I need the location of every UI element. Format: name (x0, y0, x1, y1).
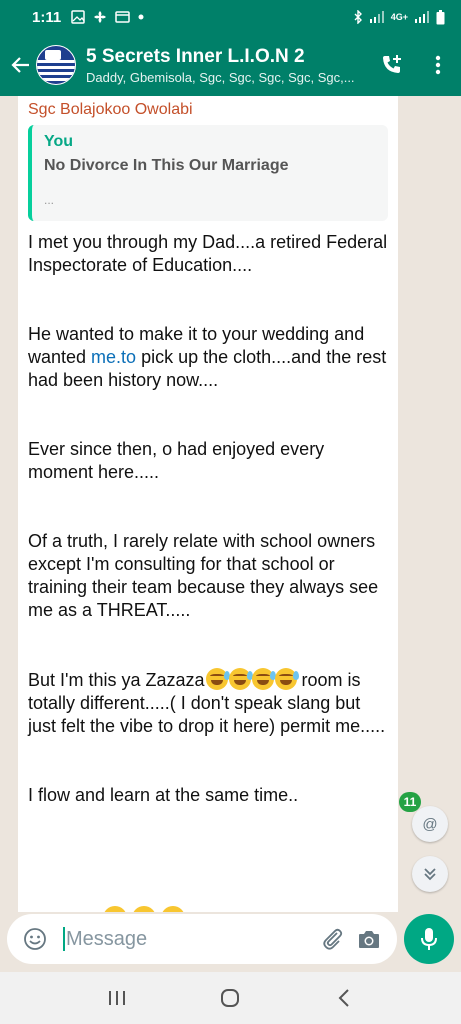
message-bubble[interactable]: Sgc Bolajokoo Owolabi You No Divorce In … (18, 96, 398, 912)
menu-button[interactable] (415, 34, 461, 96)
laughing-emoji-icon (205, 668, 230, 690)
laughing-emoji-icon (251, 668, 276, 690)
unread-badge: 11 (399, 792, 421, 812)
add-call-icon (383, 55, 401, 73)
recent-apps-icon (108, 991, 125, 1005)
message-paragraph: But I'm this ya Zazaza room is totally d… (28, 668, 386, 736)
message-paragraph: He wanted to make it to your wedding and… (28, 324, 387, 390)
attach-button[interactable] (315, 921, 351, 957)
message-paragraph: Ever since then, o had enjoyed every mom… (28, 439, 325, 482)
emoji-row (102, 906, 185, 912)
scroll-down-button[interactable] (412, 856, 448, 892)
signal-icon-2 (415, 11, 429, 23)
gallery-icon (71, 10, 85, 24)
bluetooth-icon (354, 10, 362, 24)
back-nav-button[interactable] (314, 978, 374, 1018)
dot-icon (138, 14, 144, 20)
system-icons: 4G+ (353, 9, 445, 25)
battery-icon (436, 9, 445, 24)
message-paragraph: I flow and learn at the same time.. (28, 785, 299, 805)
emoji-icon (24, 928, 46, 950)
laughing-emoji-icon (228, 668, 253, 690)
emoji-button[interactable] (17, 921, 53, 957)
mic-icon (421, 928, 437, 950)
quoted-message[interactable]: You No Divorce In This Our Marriage ... (28, 125, 388, 221)
message-composer (7, 914, 397, 964)
more-vert-icon (435, 55, 441, 75)
quoted-ellipsis: ... (44, 193, 55, 207)
system-nav-bar (0, 972, 461, 1024)
message-paragraph: Of a truth, I rarely relate with school … (28, 531, 379, 620)
message-paragraph: I met you through my Dad....a retired Fe… (28, 232, 388, 275)
chevron-double-down-icon (424, 868, 436, 881)
quoted-text: No Divorce In This Our Marriage (44, 157, 289, 174)
signal-icon (369, 11, 384, 23)
status-bar: 1:11 4G+ (0, 0, 461, 34)
laughing-emoji-icon (132, 906, 156, 912)
back-button[interactable] (0, 34, 36, 96)
mentions-button[interactable]: @ (412, 806, 448, 842)
paperclip-icon (323, 928, 343, 950)
camera-button[interactable] (351, 921, 387, 957)
laughing-emoji-icon (274, 668, 299, 690)
notification-icons (71, 10, 144, 24)
network-type: 4G+ (390, 12, 408, 22)
text-cursor (63, 927, 65, 951)
home-button[interactable] (200, 978, 260, 1018)
home-icon (221, 989, 240, 1007)
quoted-author: You (44, 133, 74, 150)
add-call-button[interactable] (369, 34, 415, 96)
chevron-left-icon (338, 989, 349, 1007)
message-body: I met you through my Dad....a retired Fe… (28, 231, 388, 807)
laughing-emoji-icon (161, 906, 185, 912)
mic-button[interactable] (404, 914, 454, 964)
group-members: Daddy, Gbemisola, Sgc, Sgc, Sgc, Sgc, Sg… (86, 69, 355, 85)
status-time: 1:11 (32, 8, 62, 26)
message-link[interactable]: me.to (91, 347, 136, 367)
window-icon (115, 11, 130, 23)
group-avatar[interactable] (36, 45, 76, 85)
chat-area[interactable]: Sgc Bolajokoo Owolabi You No Divorce In … (0, 96, 461, 912)
fan-icon (94, 11, 107, 23)
message-input[interactable] (66, 927, 286, 951)
recent-apps-button[interactable] (87, 978, 147, 1018)
at-icon: @ (422, 815, 438, 833)
chat-title-block[interactable]: 5 Secrets Inner L.I.O.N 2 Daddy, Gbemiso… (86, 46, 369, 85)
laughing-emoji-icon (103, 906, 127, 912)
sender-name[interactable]: Sgc Bolajokoo Owolabi (28, 101, 388, 119)
group-title: 5 Secrets Inner L.I.O.N 2 (86, 45, 305, 67)
arrow-left-icon (11, 57, 29, 73)
chat-header: 5 Secrets Inner L.I.O.N 2 Daddy, Gbemiso… (0, 34, 461, 96)
camera-icon (359, 931, 379, 948)
